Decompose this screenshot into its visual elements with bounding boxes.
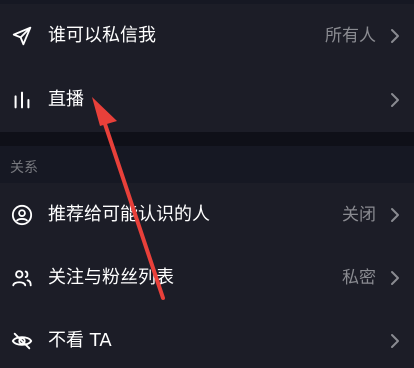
- dm-permission-row[interactable]: 谁可以私信我 所有人: [0, 4, 414, 68]
- chevron-right-icon: [388, 268, 402, 288]
- chevron-right-icon: [388, 205, 402, 225]
- recommend-row[interactable]: 推荐给可能认识的人 关闭: [0, 183, 414, 247]
- privacy-settings-screen: 谁可以私信我 所有人 直播 关系 推荐给可能认识的人 关闭 关注与粉丝列表 私密…: [0, 0, 414, 368]
- relations-section-title: 关系: [10, 160, 38, 176]
- recommend-value: 关闭: [342, 205, 376, 225]
- live-label: 直播: [48, 89, 84, 110]
- eye-slash-icon: [10, 329, 34, 353]
- hide-row[interactable]: 不看 TA: [0, 309, 414, 368]
- dm-permission-value: 所有人: [325, 26, 376, 46]
- hide-label: 不看 TA: [48, 330, 112, 351]
- bar-chart-icon: [10, 88, 34, 112]
- live-row[interactable]: 直播: [0, 68, 414, 132]
- section-divider: [0, 132, 414, 146]
- users-icon: [10, 266, 34, 290]
- chevron-right-icon: [388, 331, 402, 351]
- send-icon: [10, 24, 34, 48]
- chevron-right-icon: [388, 26, 402, 46]
- user-circle-icon: [10, 203, 34, 227]
- recommend-label: 推荐给可能认识的人: [48, 204, 210, 225]
- follow-list-label: 关注与粉丝列表: [48, 267, 174, 288]
- follow-list-row[interactable]: 关注与粉丝列表 私密: [0, 246, 414, 310]
- dm-permission-label: 谁可以私信我: [48, 25, 156, 46]
- follow-list-value: 私密: [342, 268, 376, 288]
- chevron-right-icon: [388, 90, 402, 110]
